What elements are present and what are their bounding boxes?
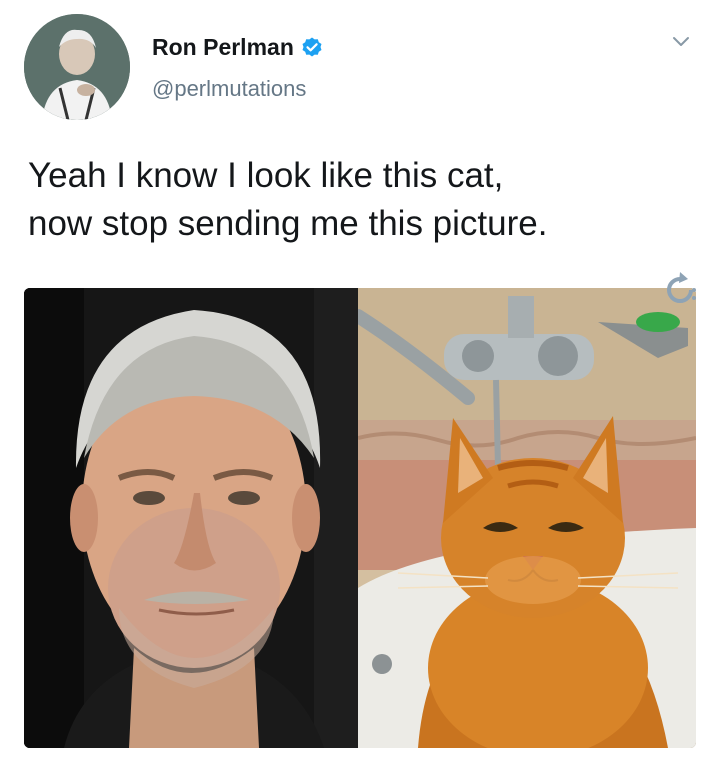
verified-badge-icon [300,36,324,60]
tweet-card: Ron Perlman @perlmutations Yeah I know I… [0,0,720,767]
author-avatar[interactable] [24,14,130,120]
media-image-cat[interactable] [358,288,696,748]
chevron-down-icon[interactable] [670,30,692,52]
media-image-portrait[interactable] [24,288,358,748]
author-name-row: Ron Perlman [152,34,324,61]
avatar-image [24,14,130,120]
refresh-icon[interactable] [662,268,698,308]
author-display-name[interactable]: Ron Perlman [152,34,294,61]
tweet-text: Yeah I know I look like this cat, now st… [28,156,548,243]
tweet-media[interactable] [24,288,696,748]
author-handle[interactable]: @perlmutations [152,76,306,102]
